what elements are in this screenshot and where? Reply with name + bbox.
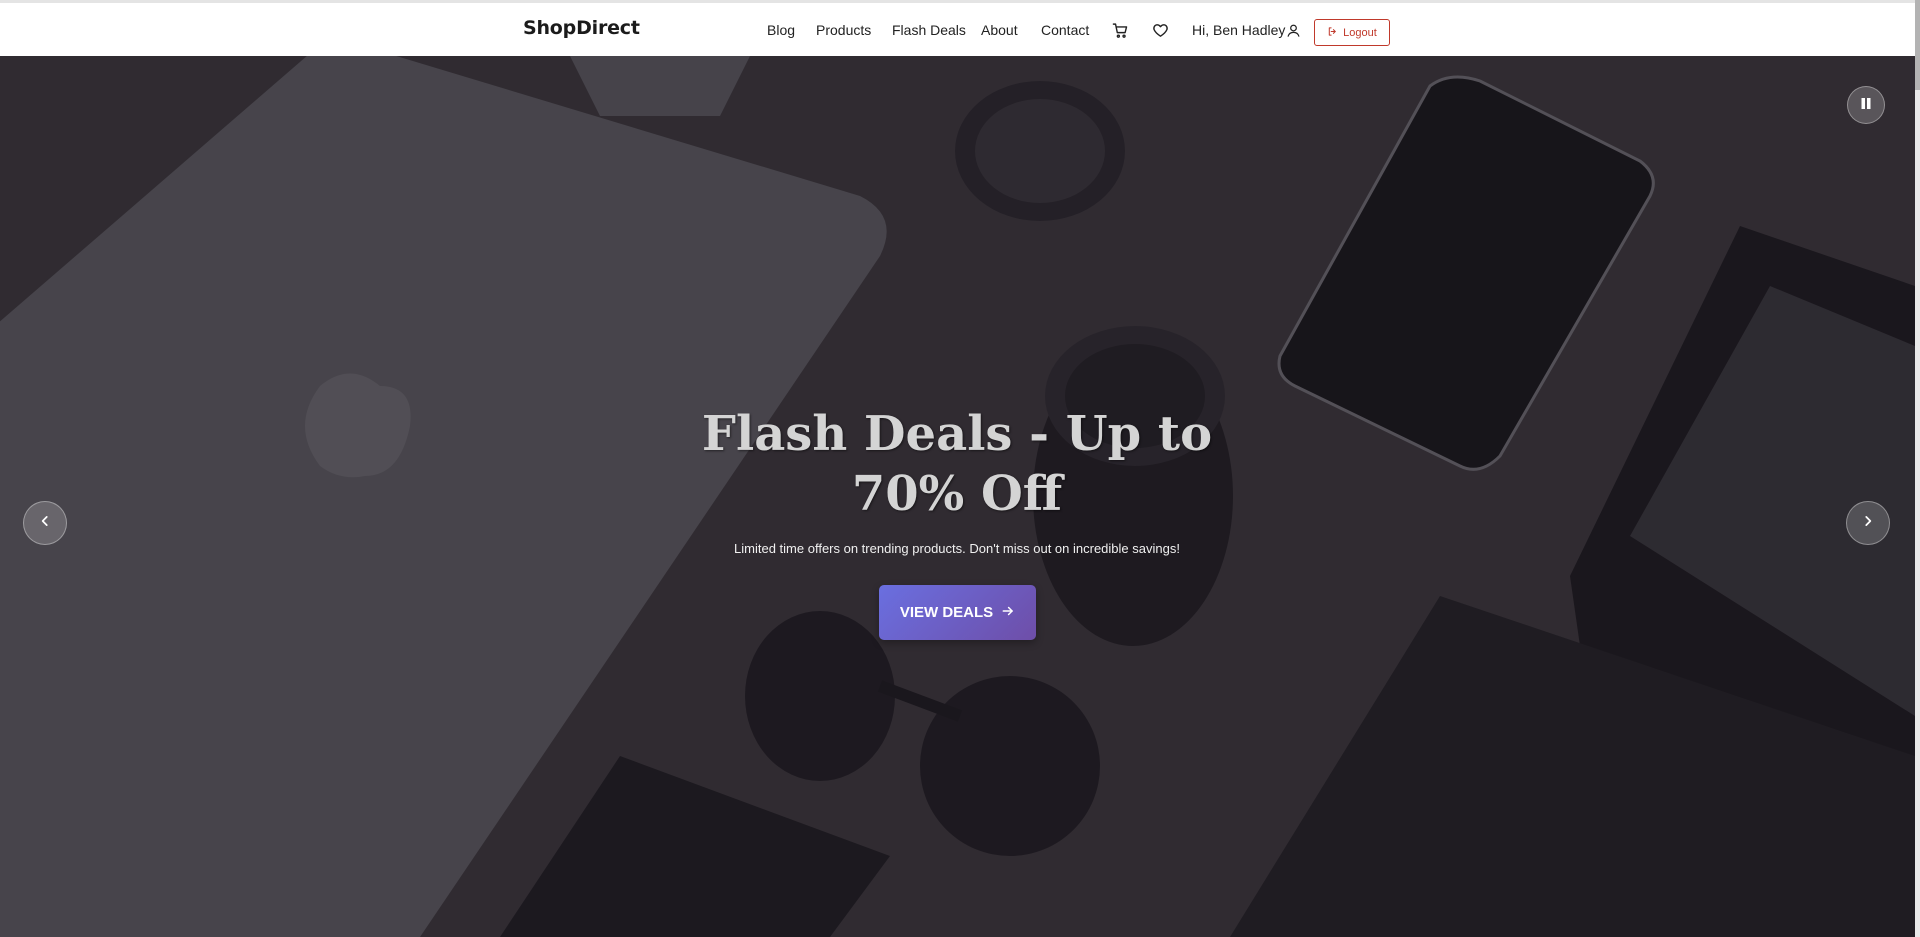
view-deals-button[interactable]: VIEW DEALS (879, 585, 1036, 640)
nav-link-flash-deals[interactable]: Flash Deals (892, 22, 966, 38)
nav-link-about[interactable]: About (981, 22, 1018, 38)
cart-icon[interactable] (1109, 19, 1131, 41)
page-scrollbar[interactable] (1915, 0, 1920, 937)
nav-link-products[interactable]: Products (816, 22, 871, 38)
carousel-pause-button[interactable] (1847, 86, 1885, 124)
nav-link-blog[interactable]: Blog (767, 22, 795, 38)
carousel-next-button[interactable] (1846, 501, 1890, 545)
view-deals-label: VIEW DEALS (899, 604, 994, 621)
user-greeting: Hi, Ben Hadley (1192, 22, 1286, 38)
chevron-left-icon (38, 514, 52, 533)
top-navbar: ShopDirect Blog Products Flash Deals Abo… (0, 0, 1915, 56)
brand-logo[interactable]: ShopDirect (523, 17, 640, 39)
chevron-right-icon (1861, 514, 1875, 533)
arrow-right-icon (1001, 604, 1015, 622)
pause-icon (1861, 96, 1871, 114)
carousel-prev-button[interactable] (23, 501, 67, 545)
logout-icon (1327, 26, 1338, 40)
logout-label: Logout (1343, 26, 1377, 39)
hero-carousel: Flash Deals - Up to 70% Off Limited time… (0, 56, 1915, 937)
hero-subtitle: Limited time offers on trending products… (734, 541, 1180, 556)
heart-icon[interactable] (1149, 19, 1171, 41)
logout-button[interactable]: Logout (1314, 19, 1390, 46)
hero-title: Flash Deals - Up to 70% Off (701, 406, 1213, 522)
scrollbar-thumb[interactable] (1915, 0, 1920, 90)
nav-link-contact[interactable]: Contact (1041, 22, 1089, 38)
user-icon[interactable] (1282, 19, 1304, 41)
